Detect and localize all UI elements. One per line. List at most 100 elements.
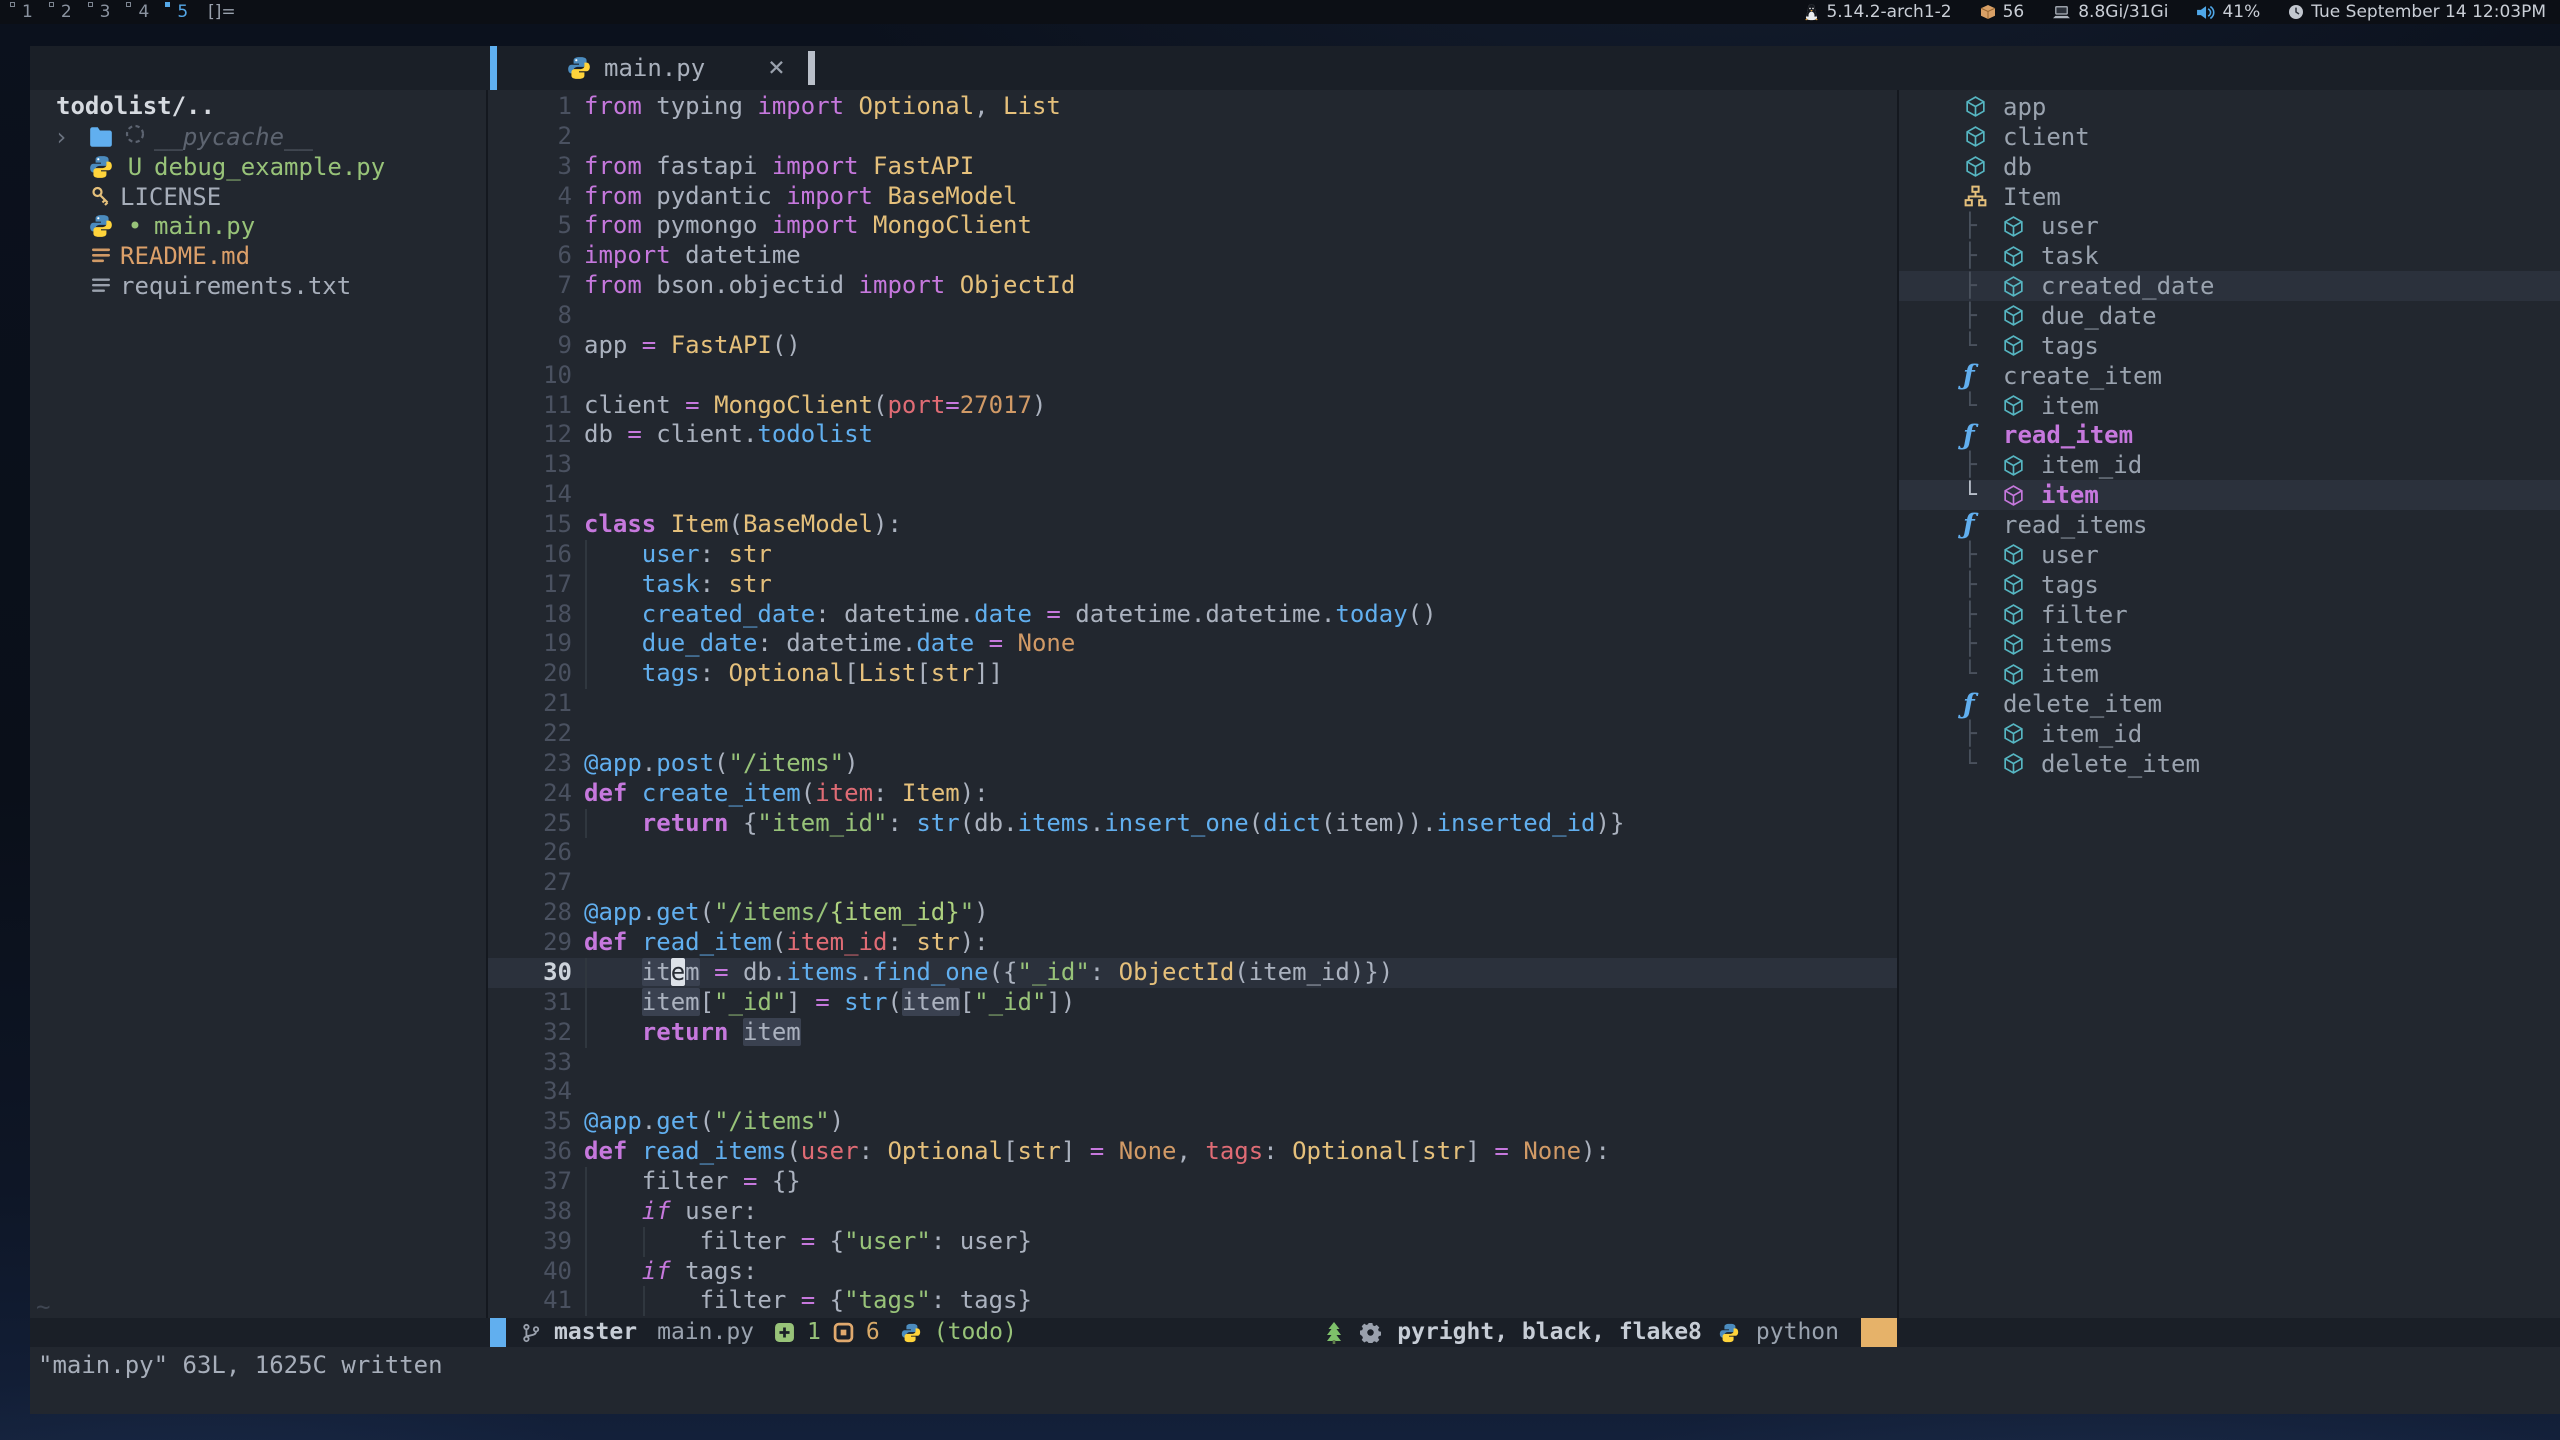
- tree-item-README.md[interactable]: README.md: [30, 241, 486, 271]
- tree-item-requirements.txt[interactable]: requirements.txt: [30, 271, 486, 301]
- outline-item-create_item[interactable]: ƒcreate_item: [1899, 361, 2560, 391]
- code-line-31[interactable]: 31 item["_id"] = str(item["_id"]): [488, 988, 1897, 1018]
- outline-item-item_id[interactable]: ├item_id: [1899, 450, 2560, 480]
- code-line-27[interactable]: 27: [488, 868, 1897, 898]
- workspace-4[interactable]: 4: [126, 0, 153, 24]
- tree-connector: └: [1963, 333, 2001, 359]
- code-line-9[interactable]: 9app = FastAPI(): [488, 331, 1897, 361]
- code-line-35[interactable]: 35@app.get("/items"): [488, 1107, 1897, 1137]
- code-line-6[interactable]: 6import datetime: [488, 241, 1897, 271]
- code-line-25[interactable]: 25 return {"item_id": str(db.items.inser…: [488, 809, 1897, 839]
- code-line-10[interactable]: 10: [488, 361, 1897, 391]
- variable-icon: [1963, 154, 2003, 179]
- outline-item-filter[interactable]: ├filter: [1899, 600, 2560, 630]
- token: List: [1003, 92, 1061, 120]
- tree-item-LICENSE[interactable]: LICENSE: [30, 182, 486, 212]
- outline-item-item[interactable]: └item: [1899, 480, 2560, 510]
- code-line-19[interactable]: 19 due_date: datetime.date = None: [488, 629, 1897, 659]
- outline-item-read_items[interactable]: ƒread_items: [1899, 510, 2560, 540]
- code-line-11[interactable]: 11client = MongoClient(port=27017): [488, 391, 1897, 421]
- code-line-38[interactable]: 38 if user:: [488, 1197, 1897, 1227]
- code-line-18[interactable]: 18 created_date: datetime.date = datetim…: [488, 600, 1897, 630]
- token: MongoClient: [873, 211, 1032, 239]
- workspace-2[interactable]: 2: [49, 0, 76, 24]
- code-line-16[interactable]: 16 user: str: [488, 540, 1897, 570]
- outline-item-item[interactable]: └item: [1899, 659, 2560, 689]
- tree-item-main.py[interactable]: •main.py: [30, 211, 486, 241]
- outline-item-Item[interactable]: Item: [1899, 182, 2560, 212]
- code-line-13[interactable]: 13: [488, 450, 1897, 480]
- outline-item-read_item[interactable]: ƒread_item: [1899, 420, 2560, 450]
- workspace-number: 4: [138, 2, 149, 22]
- code-line-22[interactable]: 22: [488, 719, 1897, 749]
- workspace-5[interactable]: 5: [165, 0, 192, 24]
- code-line-24[interactable]: 24def create_item(item: Item):: [488, 779, 1897, 809]
- line-number: 23: [488, 749, 584, 779]
- code-line-2[interactable]: 2: [488, 122, 1897, 152]
- code-line-40[interactable]: 40 if tags:: [488, 1257, 1897, 1287]
- code-line-5[interactable]: 5from pymongo import MongoClient: [488, 211, 1897, 241]
- code-text: from fastapi import FastAPI: [584, 152, 974, 182]
- code-line-7[interactable]: 7from bson.objectid import ObjectId: [488, 271, 1897, 301]
- token: =: [642, 331, 656, 359]
- token: [1032, 600, 1046, 628]
- outline-item-items[interactable]: ├items: [1899, 629, 2560, 659]
- tab-main-py[interactable]: main.py: [604, 46, 705, 90]
- outline-item-user[interactable]: ├user: [1899, 540, 2560, 570]
- statusline: master main.py 1 6 (todo) pyright, black…: [30, 1318, 2560, 1347]
- cursor-block: e: [671, 958, 685, 986]
- code-line-20[interactable]: 20 tags: Optional[List[str]]: [488, 659, 1897, 689]
- outline-item-delete_item[interactable]: ƒdelete_item: [1899, 689, 2560, 719]
- outline-item-created_date[interactable]: ├created_date: [1899, 271, 2560, 301]
- code-line-39[interactable]: 39 filter = {"user": user}: [488, 1227, 1897, 1257]
- outline-item-tags[interactable]: └tags: [1899, 331, 2560, 361]
- outline-item-task[interactable]: ├task: [1899, 241, 2560, 271]
- code-line-15[interactable]: 15class Item(BaseModel):: [488, 510, 1897, 540]
- token: None: [1523, 1137, 1581, 1165]
- code-line-21[interactable]: 21: [488, 689, 1897, 719]
- token: (: [772, 928, 786, 956]
- workspace-1[interactable]: 1: [10, 0, 37, 24]
- code-line-3[interactable]: 3from fastapi import FastAPI: [488, 152, 1897, 182]
- code-line-12[interactable]: 12db = client.todolist: [488, 420, 1897, 450]
- tab-close-icon[interactable]: ×: [768, 46, 785, 88]
- code-line-8[interactable]: 8: [488, 301, 1897, 331]
- outline-item-item_id[interactable]: ├item_id: [1899, 719, 2560, 749]
- code-line-14[interactable]: 14: [488, 480, 1897, 510]
- code-line-26[interactable]: 26: [488, 838, 1897, 868]
- code-line-1[interactable]: 1from typing import Optional, List: [488, 92, 1897, 122]
- outline-item-tags[interactable]: ├tags: [1899, 570, 2560, 600]
- outline-item-user[interactable]: ├user: [1899, 211, 2560, 241]
- tree-root-label[interactable]: todolist/..: [30, 92, 486, 122]
- token: ,: [1176, 1137, 1205, 1165]
- code-line-29[interactable]: 29def read_item(item_id: str):: [488, 928, 1897, 958]
- code-line-17[interactable]: 17 task: str: [488, 570, 1897, 600]
- word-highlight: item: [642, 988, 700, 1016]
- outline-item-db[interactable]: db: [1899, 152, 2560, 182]
- line-number: 21: [488, 689, 584, 719]
- code-line-4[interactable]: 4from pydantic import BaseModel: [488, 182, 1897, 212]
- workspace-3[interactable]: 3: [88, 0, 115, 24]
- code-line-23[interactable]: 23@app.post("/items"): [488, 749, 1897, 779]
- code-line-34[interactable]: 34: [488, 1077, 1897, 1107]
- token: FastAPI: [671, 331, 772, 359]
- tree-item-__pycache__[interactable]: ›__pycache__: [30, 122, 486, 152]
- workspace-indicator-square: [88, 2, 93, 7]
- code-line-36[interactable]: 36def read_items(user: Optional[str] = N…: [488, 1137, 1897, 1167]
- outline-item-client[interactable]: client: [1899, 122, 2560, 152]
- code-line-30[interactable]: 30 item = db.items.find_one({"_id": Obje…: [488, 958, 1897, 988]
- outline-item-item[interactable]: └item: [1899, 391, 2560, 421]
- code-line-37[interactable]: 37 filter = {}: [488, 1167, 1897, 1197]
- code-editor[interactable]: 1from typing import Optional, List23from…: [488, 90, 1899, 1318]
- code-line-32[interactable]: 32 return item: [488, 1018, 1897, 1048]
- outline-item-delete_item[interactable]: └delete_item: [1899, 749, 2560, 779]
- editor-main-row: todolist/.. ›__pycache__Udebug_example.p…: [30, 90, 2560, 1318]
- code-line-41[interactable]: 41 filter = {"tags": tags}: [488, 1286, 1897, 1316]
- outline-item-app[interactable]: app: [1899, 92, 2560, 122]
- tree-item-debug_example.py[interactable]: Udebug_example.py: [30, 152, 486, 182]
- code-line-28[interactable]: 28@app.get("/items/{item_id}"): [488, 898, 1897, 928]
- outline-item-due_date[interactable]: ├due_date: [1899, 301, 2560, 331]
- code-line-33[interactable]: 33: [488, 1048, 1897, 1078]
- token: datetime.datetime.: [1061, 600, 1336, 628]
- outline-label: tags: [2041, 571, 2099, 599]
